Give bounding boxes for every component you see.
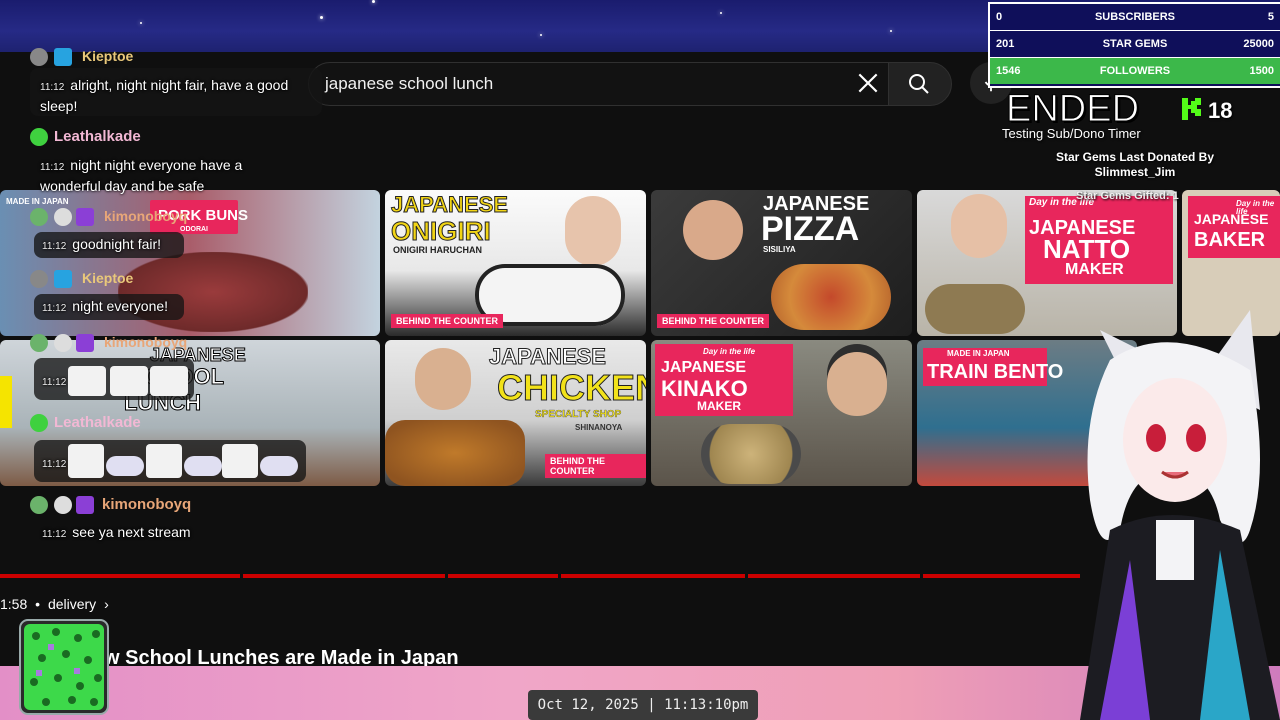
user-badge-icon (30, 208, 48, 226)
chapter-divider (558, 574, 561, 578)
chapter-divider (920, 574, 923, 578)
emote-icon (222, 444, 258, 478)
donated-user: Slimmest_Jim (1094, 165, 1176, 179)
video-duration: 1:58 (0, 596, 28, 612)
gems-gifted: Star Gems Gifted: 1 (1076, 190, 1179, 202)
chat-username: Leathalkade (54, 128, 141, 145)
emote-icon (106, 456, 144, 476)
chat-username: Kieptoe (82, 48, 134, 64)
user-badge-icon (30, 496, 48, 514)
emote-icon (184, 456, 222, 476)
user-badge-icon (76, 496, 94, 514)
chat-message: 11:12 night everyone! (42, 298, 169, 314)
user-badge-icon (54, 270, 72, 288)
vtuber-avatar (1080, 310, 1280, 720)
emote-icon (146, 444, 182, 478)
thumbnail-title: TRAIN BENTO (927, 361, 1064, 383)
subscribers-row: 0 SUBSCRIBERS 5 (990, 4, 1280, 31)
star-gems-row: 201 STAR GEMS 25000 (990, 31, 1280, 58)
chat-username: kimonoboyq (104, 334, 188, 350)
thumbnail-title: CHICKEN (496, 367, 646, 408)
user-badge-icon (54, 208, 72, 226)
user-badge-icon (76, 334, 94, 352)
chat-username: kimonoboyq (102, 496, 192, 513)
thumbnail-title: BAKER (1194, 229, 1266, 251)
thumbnail-text: SISILIYA (763, 245, 796, 254)
thumbnail-text: ONIGIRI HARUCHAN (393, 245, 482, 255)
user-badge-icon (54, 48, 72, 66)
kick-count: 18 (1208, 98, 1233, 123)
search-icon (909, 74, 929, 94)
user-badge-icon (30, 414, 48, 432)
emote-icon (68, 444, 104, 478)
user-badge-icon (30, 334, 48, 352)
behind-the-counter-tag: BEHIND THE COUNTER (657, 314, 770, 328)
behind-the-counter-tag: BEHIND THE COUNTER (391, 314, 504, 328)
user-badge-icon (30, 128, 48, 146)
thumbnail-text: Day in the life (703, 347, 756, 356)
user-badge-icon (30, 270, 48, 288)
thumbnail-text: ODORAI (180, 226, 208, 233)
search-input[interactable]: japanese school lunch (325, 74, 493, 94)
timer-status: ENDED (1005, 88, 1140, 131)
thumbnail-text: JAPANESE (489, 344, 607, 369)
chapter-link[interactable]: delivery (48, 596, 96, 612)
thumbnail-text: SPECIALTY SHOP (535, 409, 622, 420)
user-badge-icon (30, 48, 48, 66)
donated-title: Star Gems Last Donated By (1055, 150, 1215, 164)
user-badge-icon (76, 208, 94, 226)
thumbnail-text: JAPANESE (1194, 211, 1269, 227)
thumbnail-text: JAPANESE (391, 192, 509, 217)
last-donated-panel: Star Gems Last Donated By Slimmest_Jim (1040, 150, 1230, 180)
video-meta: 1:58 • delivery › (0, 596, 109, 612)
user-badge-icon (54, 334, 72, 352)
goal-counter-panel: 0 SUBSCRIBERS 5 201 STAR GEMS 25000 1546… (988, 2, 1280, 88)
chat-message: 11:12 see ya next stream (42, 524, 191, 540)
close-icon[interactable] (855, 70, 881, 96)
chapter-divider (445, 574, 448, 578)
chat-message: 11:12 goodnight fair! (42, 236, 162, 252)
chat-username: Leathalkade (54, 414, 141, 431)
behind-the-counter-tag: BEHIND THE COUNTER (545, 454, 646, 478)
thumbnail-text: MAKER (1065, 261, 1124, 278)
emote-icon (150, 366, 188, 396)
emote-icon (68, 366, 106, 396)
chapter-divider (240, 574, 243, 578)
thumbnail-title: ONIGIRI (391, 216, 492, 246)
search-button[interactable] (888, 62, 952, 106)
video-thumbnail[interactable]: JAPANESE ONIGIRI ONIGIRI HARUCHAN BEHIND… (385, 190, 646, 336)
thumbnail-text: MADE IN JAPAN (947, 349, 1010, 358)
video-thumbnail[interactable]: Day in the life JAPANESE KINAKO MAKER (651, 340, 912, 486)
emote-icon (260, 456, 298, 476)
video-thumbnail[interactable]: JAPANESE CHICKEN SPECIALTY SHOP SHINANOY… (385, 340, 646, 486)
video-thumbnail[interactable]: JAPANESE PIZZA SISILIYA BEHIND THE COUNT… (651, 190, 912, 336)
chevron-right-icon: › (104, 596, 109, 612)
kick-logo-icon (1182, 98, 1201, 120)
gem-jar-icon (19, 619, 109, 715)
video-progress-bar[interactable] (0, 574, 1080, 578)
chat-username: kimonoboyq (104, 208, 188, 224)
chat-username: Kieptoe (82, 270, 134, 286)
thumbnail-text: JAPANESE (661, 359, 747, 376)
chat-message: 11:12 night night everyone have a wonderf… (40, 157, 243, 194)
thumbnail-text: MAKER (697, 399, 741, 413)
chat-message: 11:12 alright, night night fair, have a g… (40, 77, 289, 114)
thumbnail-title: PIZZA (761, 210, 860, 248)
emote-icon (110, 366, 148, 396)
thumbnail-title: KINAKO (661, 376, 748, 401)
thumbnail-title: NATTO (1043, 234, 1131, 264)
clock-display: Oct 12, 2025 | 11:13:10pm (528, 690, 758, 720)
timer-subtitle: Testing Sub/Dono Timer (1002, 126, 1141, 141)
thumbnail-text: MADE IN JAPAN (6, 197, 69, 206)
search-bar[interactable]: japanese school lunch (308, 62, 900, 106)
followers-row: 1546 FOLLOWERS 1500 (990, 58, 1280, 84)
thumbnail-text: SHINANOYA (575, 423, 623, 432)
chapter-divider (745, 574, 748, 578)
user-badge-icon (54, 496, 72, 514)
